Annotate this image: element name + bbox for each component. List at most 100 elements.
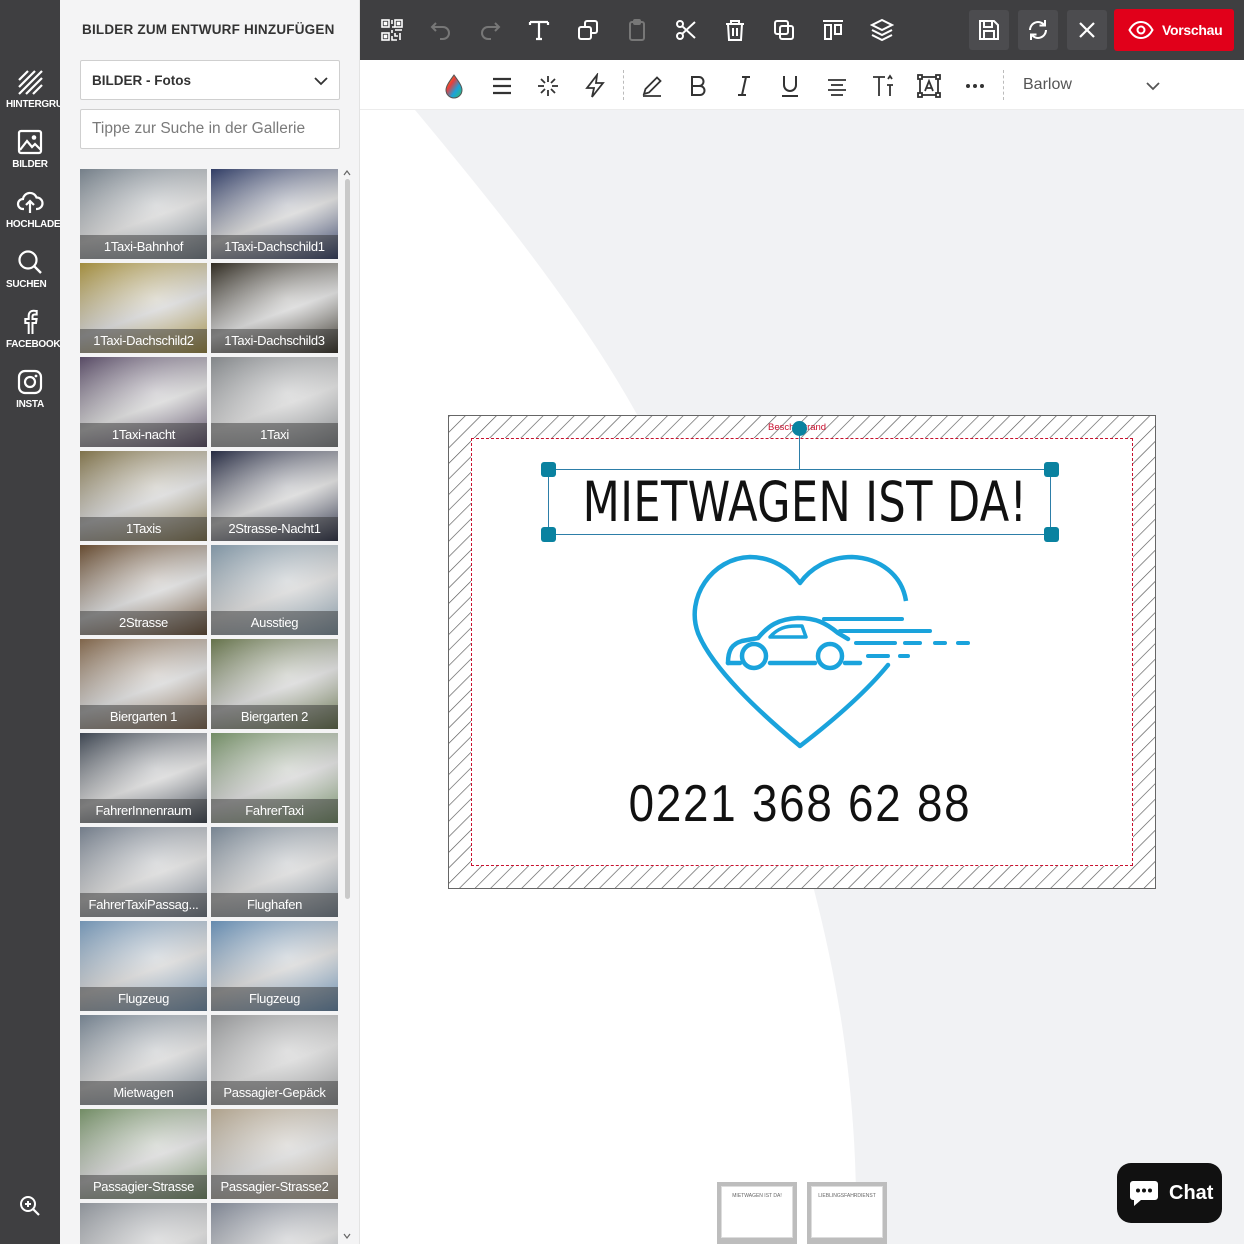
duplicate-button[interactable] [764,10,804,50]
rail-item-search[interactable]: SUCHEN [0,248,60,304]
cut-icon [676,20,696,40]
gallery-tile[interactable]: 1Taxi-nacht [80,357,207,447]
gallery-tile[interactable]: Flugzeug [211,921,338,1011]
copy-button[interactable] [568,10,608,50]
italic-button[interactable] [731,73,757,99]
cloud-upload-icon [16,191,44,213]
gallery-tile[interactable]: 1Taxi [211,357,338,447]
gallery-tile[interactable]: Passagier-Gepäck [211,1015,338,1105]
underline-icon [782,76,798,97]
text-box-button[interactable] [916,73,942,99]
delete-icon [726,20,744,41]
car-heart-logo[interactable] [690,553,975,749]
font-family-value: Barlow [1023,76,1072,93]
gallery-tile-label: 1Taxi-Bahnhof [80,235,207,259]
rail-item-instagram[interactable]: INSTA [0,368,60,424]
sync-button[interactable] [1018,10,1058,50]
text-align-button[interactable] [824,73,850,99]
rotate-handle[interactable] [792,421,807,436]
page-thumbnail-preview: MIETWAGEN IST DA! [721,1186,793,1238]
text-size-icon [873,74,893,96]
gallery-tile[interactable]: Flugzeug [80,921,207,1011]
format-toolbar: Barlow [360,60,1244,110]
gallery-tile-label: Flugzeug [211,987,338,1011]
rail-label: HINTERGRUND [6,99,60,110]
resize-handle-bottom-left[interactable] [541,527,556,542]
gallery-tile-label: Mietwagen [80,1081,207,1105]
gallery-tile[interactable]: FahrerInnenraum [80,733,207,823]
gallery-tile-label: 1Taxi-nacht [80,423,207,447]
pencil-button[interactable] [639,73,665,99]
gallery-tile[interactable]: FahrerTaxi [211,733,338,823]
layers-button[interactable] [862,10,902,50]
gallery-tile[interactable]: Passagier-Strasse [80,1109,207,1199]
gallery-tile[interactable]: Biergarten 1 [80,639,207,729]
paste-button[interactable] [617,10,657,50]
rail-item-upload[interactable]: HOCHLADEN [0,188,60,244]
resize-handle-bottom-right[interactable] [1044,527,1059,542]
rail-item-background[interactable]: HINTERGRUND [0,68,60,124]
resize-handle-top-right[interactable] [1044,462,1059,477]
font-family-select[interactable]: Barlow [1012,72,1162,98]
editor-root: HINTERGRUND BILDER HOCHLADEN SUCHEN FACE… [0,0,1244,1244]
search-icon [18,250,42,274]
gallery-tile[interactable]: Biergarten 2 [211,639,338,729]
preview-label: Vorschau [1162,22,1223,38]
redo-button[interactable] [470,10,510,50]
delete-button[interactable] [715,10,755,50]
rail-item-images[interactable]: BILDER [0,128,60,184]
rail-label: BILDER [12,159,48,170]
gallery-tile[interactable]: 2Strasse [80,545,207,635]
flash-button[interactable] [582,71,608,99]
rail-item-facebook[interactable]: FACEBOOK [0,308,60,364]
save-button[interactable] [969,10,1009,50]
category-select-value: BILDER - Fotos [92,73,191,88]
scroll-down-icon[interactable] [343,1232,351,1240]
gallery-tile[interactable]: FahrerTaxiPassag... [80,827,207,917]
gallery-tile-label: FahrerTaxi [211,799,338,823]
align-button[interactable] [813,10,853,50]
line-height-button[interactable] [489,73,515,99]
category-select[interactable]: BILDER - Fotos [80,60,340,100]
zoom-in-icon[interactable] [18,1194,42,1218]
text-size-button[interactable] [870,73,896,99]
page-thumbnail-2[interactable]: LIEBLINGSFAHRDIENST [807,1182,887,1244]
gallery-tile[interactable] [80,1203,207,1244]
gallery-tile[interactable]: 2Strasse-Nacht1 [211,451,338,541]
gallery-tile-label: 2Strasse [80,611,207,635]
color-button[interactable] [441,73,467,99]
page-thumbnail-1[interactable]: MIETWAGEN IST DA! [717,1182,797,1244]
gallery-search-input[interactable] [80,109,340,149]
text-box-icon [917,74,941,98]
gallery-tile[interactable]: Mietwagen [80,1015,207,1105]
gallery-tile[interactable]: 1Taxi-Dachschild3 [211,263,338,353]
chat-button[interactable]: Chat [1117,1163,1222,1223]
gallery-scrollbar[interactable] [343,169,351,1244]
gallery-tile[interactable]: 1Taxi-Dachschild1 [211,169,338,259]
gallery-tile[interactable]: Flughafen [211,827,338,917]
align-icon [823,20,843,40]
effects-button[interactable] [535,73,561,99]
gallery-tile[interactable]: 1Taxi-Bahnhof [80,169,207,259]
gallery-tile[interactable]: 1Taxis [80,451,207,541]
more-button[interactable] [962,73,988,99]
qr-code-button[interactable] [372,10,412,50]
bold-button[interactable] [685,73,711,99]
close-button[interactable] [1067,10,1107,50]
resize-handle-top-left[interactable] [541,462,556,477]
scroll-up-icon[interactable] [343,169,351,177]
toolbar-divider [623,70,624,100]
gallery-tile[interactable]: 1Taxi-Dachschild2 [80,263,207,353]
gallery-tile[interactable]: Ausstieg [211,545,338,635]
scroll-thumb[interactable] [345,179,350,899]
gallery-tile[interactable] [211,1203,338,1244]
phone-number-text[interactable]: 0221 368 62 88 [589,766,1011,842]
preview-button[interactable]: Vorschau [1114,9,1234,51]
headline-text[interactable]: MIETWAGEN IST DA! [583,468,1027,536]
undo-button[interactable] [421,10,461,50]
gallery-tile-label: 1Taxi-Dachschild2 [80,329,207,353]
gallery-tile[interactable]: Passagier-Strasse2 [211,1109,338,1199]
underline-button[interactable] [777,73,803,99]
cut-button[interactable] [666,10,706,50]
add-text-button[interactable] [519,10,559,50]
